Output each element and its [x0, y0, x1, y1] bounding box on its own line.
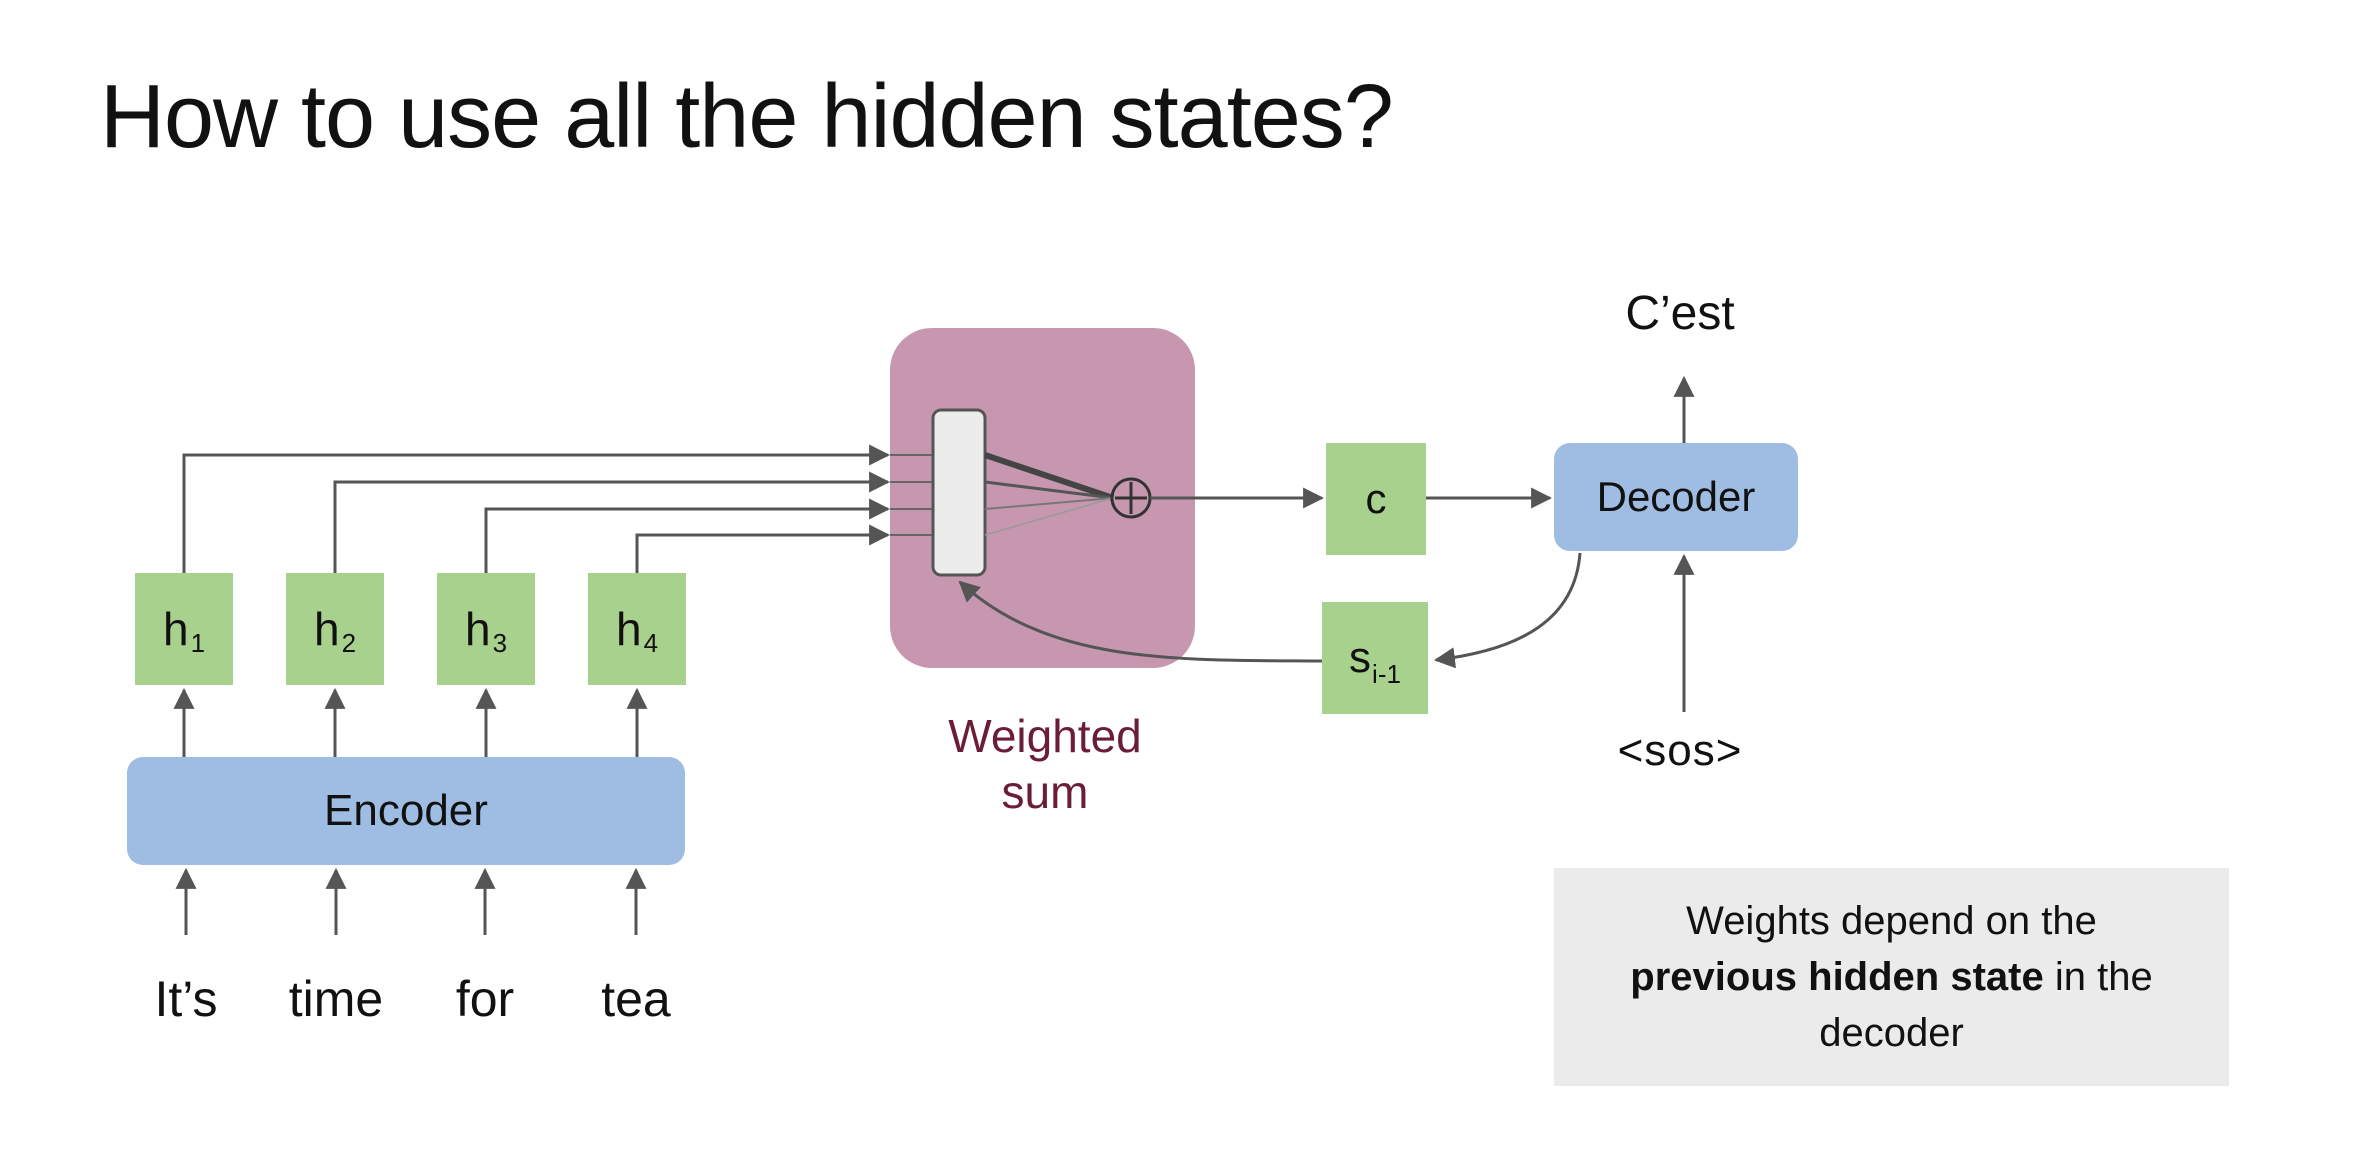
attention-weights-bar — [931, 408, 987, 577]
note-text-after: in the — [2054, 955, 2153, 999]
input-word-2: time — [288, 971, 384, 1027]
input-word-1: It’s — [154, 971, 218, 1027]
weighted-sum-label: Weighted sum — [900, 708, 1190, 820]
note-text-end: decoder — [1819, 1011, 1964, 1055]
note-text-before: Weights depend on the — [1686, 899, 2097, 943]
h3-to-attention-arrow — [484, 498, 891, 573]
h4-to-attention-arrow — [635, 524, 891, 573]
weighted-sum-label-line1: Weighted — [948, 710, 1142, 762]
decoder-input-token: <sos> — [1617, 726, 1743, 775]
weighted-lines — [984, 452, 1114, 536]
input-word-4: tea — [601, 971, 671, 1027]
note-text-bold: previous hidden state — [1630, 955, 2044, 999]
decoder-output-word: C’est — [1625, 287, 1735, 340]
h1-to-attention-arrow — [182, 444, 891, 573]
decoder-to-state-arrow — [1433, 552, 1582, 669]
h2-to-attention-arrow — [333, 471, 891, 573]
input-word-3: for — [455, 971, 515, 1027]
state-to-attention-arrow — [958, 580, 1323, 663]
sum-node-icon — [1110, 477, 1152, 519]
weighted-sum-label-line2: sum — [1001, 766, 1089, 818]
explanation-note: Weights depend on the previous hidden st… — [1554, 868, 2229, 1086]
